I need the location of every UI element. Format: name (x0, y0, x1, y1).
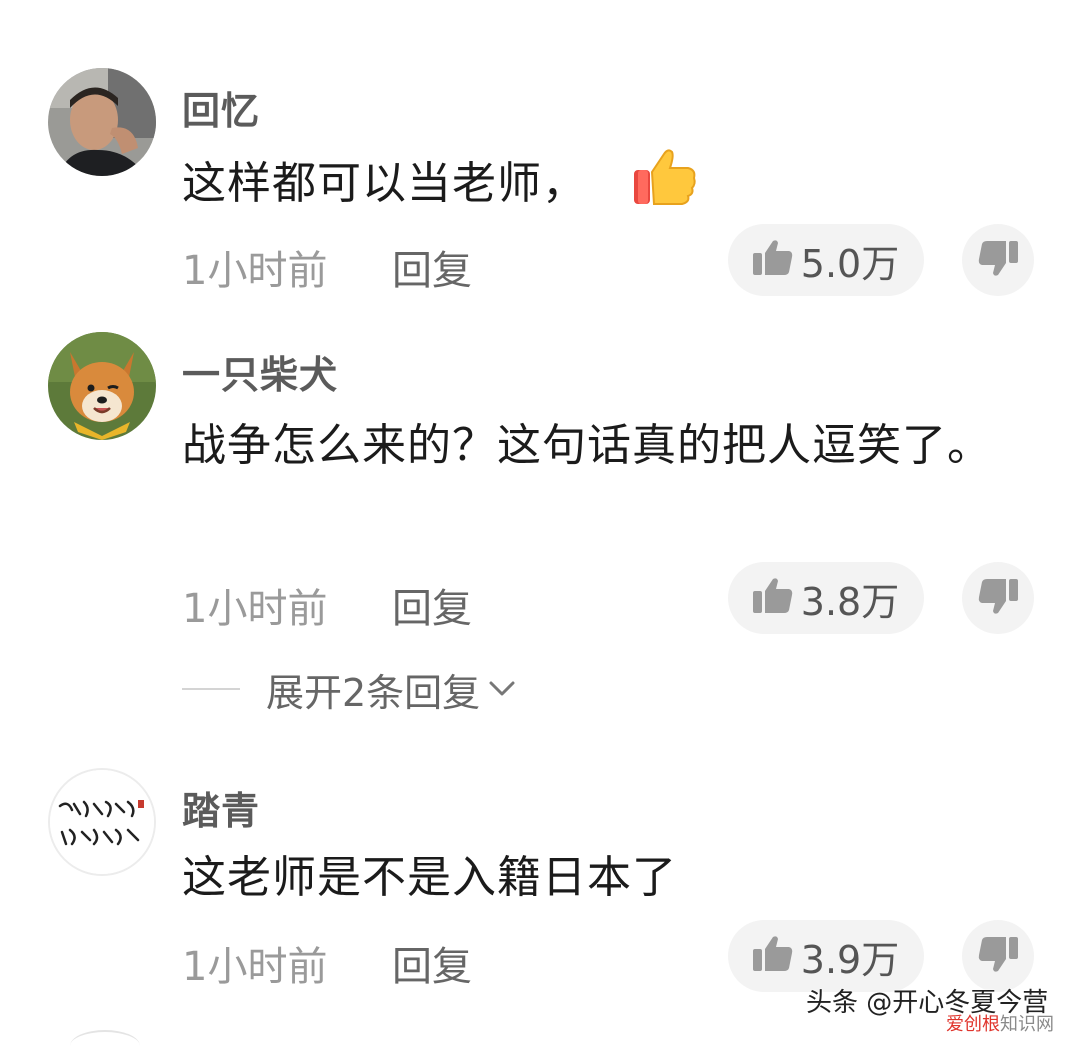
like-count: 5.0万 (800, 241, 900, 286)
next-avatar-partial (70, 1030, 140, 1062)
watermark-sub-red: 爱创根 (946, 1014, 1000, 1035)
thumbs-up-icon (752, 577, 793, 619)
comment-text-content: 这样都可以当老师， (182, 158, 587, 209)
reply-button[interactable]: 回复 (392, 238, 472, 296)
thumbs-up-icon (752, 935, 793, 977)
thumbs-down-icon (978, 935, 1018, 977)
watermark-sub: 爱创根知识网 (946, 1010, 1054, 1036)
username[interactable]: 踏青 (182, 780, 260, 835)
expand-replies-label: 展开2条回复 (266, 670, 481, 715)
avatar[interactable] (48, 332, 156, 440)
thumbs-up-icon (752, 239, 793, 281)
username[interactable]: 回忆 (182, 80, 260, 135)
avatar-shiba-photo (48, 332, 156, 440)
chevron-down-icon (488, 680, 516, 698)
thumbs-up-emoji-icon (632, 146, 698, 234)
dislike-button[interactable] (962, 224, 1034, 296)
comment-text: 这老师是不是入籍日本了 (182, 852, 677, 903)
comment-text: 这样都可以当老师， (182, 144, 1032, 234)
avatar[interactable] (48, 768, 156, 876)
dislike-button[interactable] (962, 562, 1034, 634)
reply-button[interactable]: 回复 (392, 576, 472, 634)
expand-replies-button[interactable]: 展开2条回复 (182, 664, 516, 715)
avatar-calligraphy-image (50, 770, 154, 874)
watermark-sub-gray: 知识网 (1000, 1014, 1054, 1035)
like-count: 3.8万 (800, 579, 900, 624)
thumbs-down-icon (978, 577, 1018, 619)
comment-text: 战争怎么来的？这句话真的把人逗笑了。 (182, 420, 992, 471)
thumbs-down-icon (978, 239, 1018, 281)
avatar-man-photo (48, 68, 156, 176)
divider (182, 688, 240, 690)
comment-time: 1小时前 (182, 586, 328, 632)
like-count: 3.9万 (800, 937, 900, 982)
comment-time: 1小时前 (182, 944, 328, 990)
comment-time: 1小时前 (182, 248, 328, 294)
avatar[interactable] (48, 68, 156, 176)
reply-button[interactable]: 回复 (392, 934, 472, 992)
like-button[interactable]: 3.8万 (728, 562, 924, 634)
username[interactable]: 一只柴犬 (182, 344, 338, 399)
like-button[interactable]: 5.0万 (728, 224, 924, 296)
